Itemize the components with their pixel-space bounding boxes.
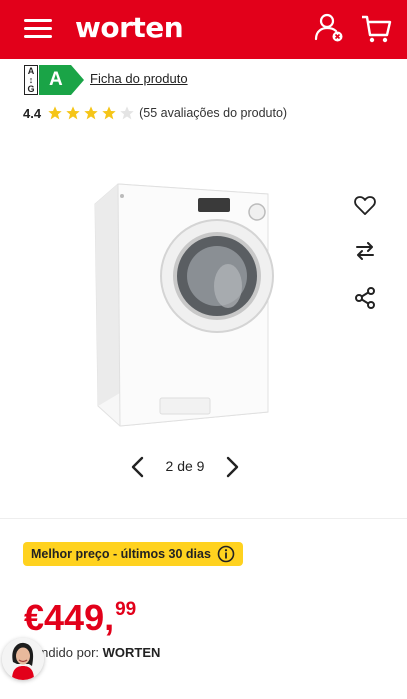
energy-class-badge: A xyxy=(39,65,84,95)
heart-favorite-icon xyxy=(354,196,376,215)
rating-value: 4.4 xyxy=(23,105,42,121)
product-fiche-link[interactable]: Ficha do produto xyxy=(90,71,188,86)
section-divider xyxy=(0,518,407,519)
favorite-button[interactable] xyxy=(350,190,380,220)
assistant-avatar[interactable] xyxy=(2,638,44,680)
rating-stars xyxy=(47,105,135,121)
energy-label[interactable]: A ↕ G A xyxy=(24,65,84,95)
energy-scale: A ↕ G xyxy=(24,65,38,95)
product-rating[interactable]: 4.4 (55 avaliações do produto) xyxy=(23,103,287,123)
star-filled-icon xyxy=(84,106,98,120)
best-price-label: Melhor preço - últimos 30 dias xyxy=(31,547,211,561)
top-header: worten xyxy=(0,0,407,59)
chevron-right-icon[interactable] xyxy=(222,455,242,479)
star-filled-icon xyxy=(48,106,62,120)
seller-info: Vendido por: WORTEN xyxy=(26,645,160,660)
hamburger-menu-icon[interactable] xyxy=(24,17,52,41)
shopping-cart-icon[interactable] xyxy=(360,14,392,44)
share-icon xyxy=(355,287,375,309)
compare-button[interactable] xyxy=(350,236,380,266)
price-main: €449, xyxy=(24,597,115,638)
rating-count: (55 avaliações do produto) xyxy=(139,106,288,120)
share-button[interactable] xyxy=(350,283,380,313)
star-filled-icon xyxy=(102,106,116,120)
pager-counter: 2 de 9 xyxy=(165,458,205,474)
compare-arrows-icon xyxy=(356,242,374,260)
seller-name[interactable]: WORTEN xyxy=(103,645,161,660)
worten-logo[interactable]: worten xyxy=(75,11,184,44)
best-price-badge[interactable]: Melhor preço - últimos 30 dias xyxy=(23,542,243,566)
chevron-left-icon[interactable] xyxy=(128,455,148,479)
assistant-avatar-image xyxy=(2,638,44,680)
energy-class-letter: A xyxy=(49,69,63,90)
info-icon[interactable] xyxy=(217,545,235,563)
energy-scale-bottom: G xyxy=(27,84,35,94)
washing-machine-image[interactable] xyxy=(90,180,280,430)
star-filled-icon xyxy=(66,106,80,120)
star-empty-icon xyxy=(120,106,134,120)
image-pager: 2 de 9 xyxy=(128,455,242,479)
product-price: €449, 99 xyxy=(24,598,136,638)
user-account-icon[interactable] xyxy=(314,13,344,43)
price-cents: 99 xyxy=(115,599,137,620)
